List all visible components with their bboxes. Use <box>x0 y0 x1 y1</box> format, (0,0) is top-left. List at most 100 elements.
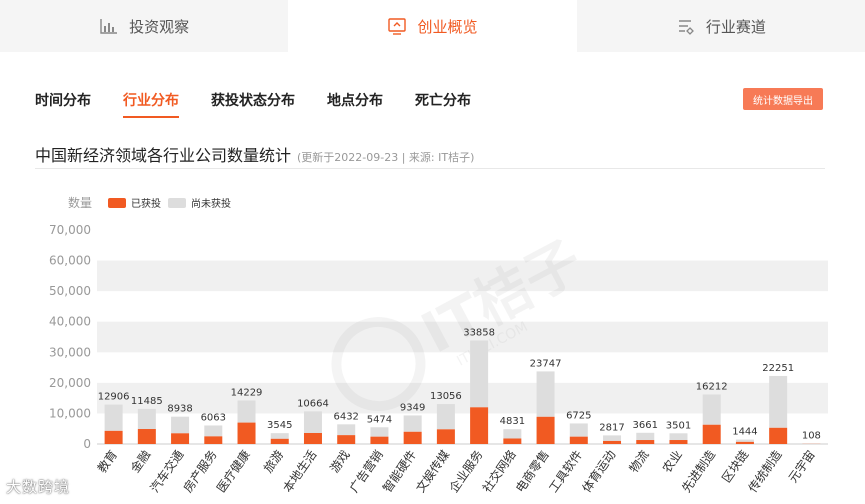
subtab-funding-status-distribution[interactable]: 获投状态分布 <box>211 90 295 118</box>
y-tick-label: 70,000 <box>49 223 91 237</box>
legend-label: 尚未获投 <box>191 197 231 210</box>
bar-unfunded <box>536 371 555 417</box>
bar-unfunded <box>636 432 655 441</box>
data-label: 11485 <box>131 396 163 407</box>
data-label: 16212 <box>696 381 728 392</box>
x-tick-label: 体育运动 <box>579 447 619 495</box>
bar-funded <box>636 440 655 444</box>
data-label: 108 <box>802 431 821 442</box>
bar-funded <box>569 436 588 444</box>
legend-label: 已获投 <box>131 197 161 210</box>
tab-label: 创业概览 <box>417 17 478 36</box>
data-label: 6725 <box>566 410 591 421</box>
subtab-location-distribution[interactable]: 地点分布 <box>327 90 383 118</box>
corner-watermark: 大数跨境 <box>6 478 71 496</box>
bar-unfunded <box>337 424 356 436</box>
bar-unfunded <box>669 433 688 441</box>
data-label: 9349 <box>400 402 425 413</box>
x-tick-label: 旅游 <box>261 448 286 476</box>
bar-funded <box>603 440 622 444</box>
x-tick-label: 先进制造 <box>679 448 718 495</box>
bar-unfunded <box>270 433 289 439</box>
data-label: 13056 <box>430 391 462 402</box>
x-tick-label: 本地生活 <box>280 448 319 495</box>
y-tick-label: 60,000 <box>49 254 91 268</box>
x-tick-label: 游戏 <box>327 448 352 476</box>
data-label: 33858 <box>463 327 495 338</box>
bar-funded <box>503 438 522 444</box>
subtab-death-distribution[interactable]: 死亡分布 <box>415 90 471 118</box>
y-tick-label: 40,000 <box>49 315 91 329</box>
tab-startup-overview[interactable]: 创业概览 <box>288 0 577 52</box>
x-tick-label: 农业 <box>660 448 685 476</box>
data-label: 3661 <box>633 420 658 431</box>
data-label: 3501 <box>666 420 691 431</box>
bar-funded <box>104 430 123 444</box>
data-label: 12906 <box>98 392 130 403</box>
data-label: 1444 <box>732 427 757 438</box>
bar-funded <box>769 427 788 444</box>
divider <box>35 168 825 169</box>
tab-label: 投资观察 <box>129 17 190 36</box>
startup-screen-icon <box>388 18 407 35</box>
bar-funded <box>669 440 688 444</box>
bar-chart-icon <box>100 19 118 34</box>
data-label: 4831 <box>500 416 525 427</box>
tab-investment-observation[interactable]: 投资观察 <box>0 0 289 52</box>
bar-funded <box>171 433 190 444</box>
y-tick-label: 50,000 <box>49 284 91 298</box>
subtab-time-distribution[interactable]: 时间分布 <box>35 90 91 118</box>
bar-funded <box>470 407 489 444</box>
bar-funded <box>370 436 389 444</box>
x-tick-label: 元宇宙 <box>785 447 818 485</box>
bar-unfunded <box>370 427 389 437</box>
y-tick-label: 20,000 <box>49 376 91 390</box>
chart-header: 中国新经济领域各行业公司数量统计 (更新于2022-09-23 | 来源: IT… <box>35 142 474 166</box>
y-tick-label: 10,000 <box>49 406 91 420</box>
bar-funded <box>270 438 289 444</box>
bar-unfunded <box>702 394 721 425</box>
subtab-industry-distribution[interactable]: 行业分布 <box>123 90 179 118</box>
bar-unfunded <box>137 408 156 430</box>
bar-unfunded <box>204 425 223 437</box>
y-axis-label: 数量 <box>68 195 92 210</box>
bar-funded <box>204 436 223 444</box>
x-tick-label: 物流 <box>626 448 651 476</box>
data-label: 14229 <box>231 387 263 398</box>
bar-funded <box>403 431 422 444</box>
bar-funded <box>702 424 721 444</box>
sub-tab-bar: 时间分布 行业分布 获投状态分布 地点分布 死亡分布 <box>35 90 471 118</box>
chart-title: 中国新经济领域各行业公司数量统计 <box>35 146 292 165</box>
x-tick-label: 传统制造 <box>745 447 785 495</box>
bar-unfunded <box>104 404 123 431</box>
data-label: 23747 <box>530 358 562 369</box>
legend-swatch <box>168 198 186 208</box>
data-label: 6063 <box>201 412 226 423</box>
bar-funded <box>436 429 455 444</box>
bar-funded <box>237 422 256 444</box>
bar-unfunded <box>171 416 190 434</box>
bar-unfunded <box>603 435 622 441</box>
data-label: 8938 <box>167 404 192 415</box>
export-data-button[interactable]: 统计数据导出 <box>743 88 823 110</box>
bar-unfunded <box>470 340 489 408</box>
bar-unfunded <box>503 429 522 439</box>
bar-unfunded <box>403 415 422 432</box>
y-tick-label: 0 <box>83 437 91 451</box>
x-tick-label: 区块链 <box>718 447 751 485</box>
bar-funded <box>337 435 356 444</box>
bar-unfunded <box>769 375 788 428</box>
bar-unfunded <box>569 423 588 437</box>
bar-funded <box>735 441 754 444</box>
bar-unfunded <box>436 404 455 430</box>
bar-unfunded <box>303 411 322 433</box>
data-label: 3545 <box>267 420 292 431</box>
x-tick-label: 教育 <box>94 447 120 475</box>
y-tick-label: 30,000 <box>49 345 91 359</box>
top-tab-bar: 投资观察 创业概览 行业赛道 <box>0 0 865 52</box>
legend-swatch <box>108 198 126 208</box>
tab-industry-track[interactable]: 行业赛道 <box>576 0 865 52</box>
data-label: 6432 <box>333 411 358 422</box>
data-label: 5474 <box>367 414 392 425</box>
bar-funded <box>536 416 555 444</box>
